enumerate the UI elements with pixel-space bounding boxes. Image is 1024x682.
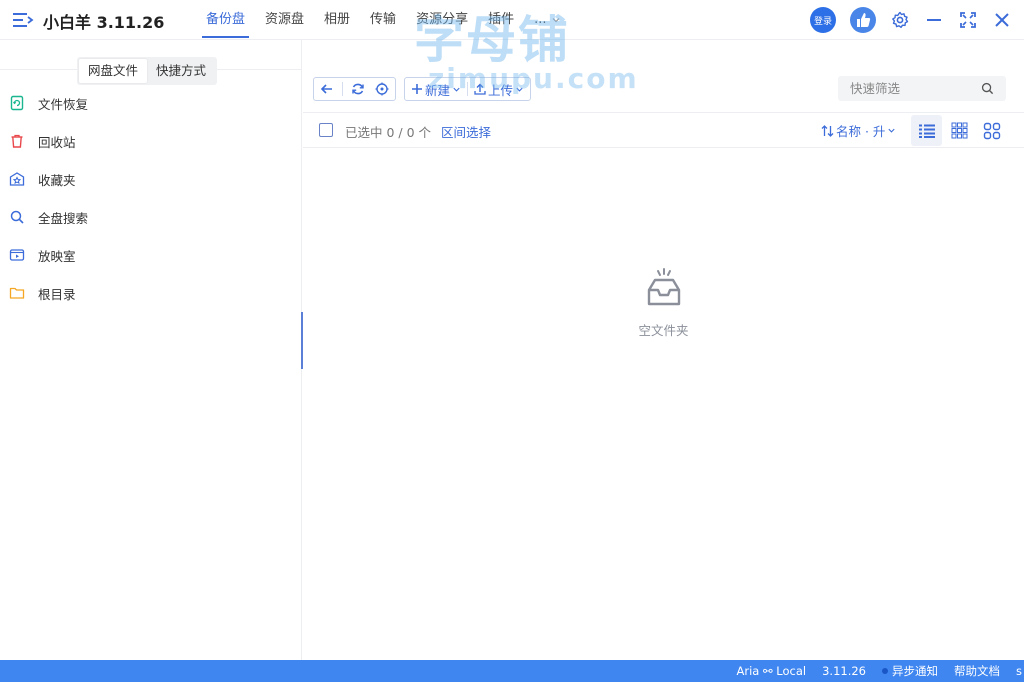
segment-shortcuts[interactable]: 快捷方式 xyxy=(147,59,215,83)
sidebar-item-recycle-bin[interactable]: 回收站 xyxy=(0,122,302,160)
tab-resource-drive[interactable]: 资源盘 xyxy=(255,0,314,40)
search-icon xyxy=(9,209,25,225)
locate-icon[interactable] xyxy=(373,80,391,98)
trash-icon xyxy=(9,133,25,149)
login-button[interactable]: 登录 xyxy=(810,7,836,33)
minimize-icon[interactable] xyxy=(924,10,944,30)
new-button[interactable]: 新建 xyxy=(405,78,467,100)
folder-icon xyxy=(9,285,25,301)
navigation-buttons xyxy=(313,77,396,101)
new-button-label: 新建 xyxy=(425,82,451,98)
plus-icon xyxy=(412,84,422,94)
sidebar-segment-switch: 网盘文件 快捷方式 xyxy=(77,57,218,85)
sidebar-item-label: 收藏夹 xyxy=(38,172,76,188)
file-restore-icon xyxy=(9,95,25,111)
sidebar-item-label: 全盘搜索 xyxy=(38,210,89,226)
chevron-down-icon xyxy=(516,87,523,92)
grid-view-icon[interactable] xyxy=(944,115,975,146)
sidebar: 网盘文件 快捷方式 文件恢复 回收站 收藏夹 全盘搜索 放映室 根目录 xyxy=(0,40,302,660)
upload-button[interactable]: 上传 xyxy=(468,78,530,100)
empty-folder-text: 空文件夹 xyxy=(638,323,689,338)
sort-dropdown[interactable]: 名称 · 升 xyxy=(821,121,896,140)
segment-drive-files[interactable]: 网盘文件 xyxy=(79,59,148,83)
tab-more-label: ... xyxy=(534,12,547,27)
selection-bar: 已选中 0 / 0 个 区间选择 名称 · 升 xyxy=(303,112,1024,148)
tab-backup-drive[interactable]: 备份盘 xyxy=(196,0,255,40)
tab-transfer[interactable]: 传输 xyxy=(360,0,406,40)
sidebar-item-label: 根目录 xyxy=(38,286,76,302)
status-more[interactable]: s xyxy=(1016,664,1022,678)
favorites-icon xyxy=(9,171,25,187)
maximize-icon[interactable] xyxy=(958,10,978,30)
sidebar-item-file-restore[interactable]: 文件恢复 xyxy=(0,84,302,122)
upload-button-label: 上传 xyxy=(488,82,514,98)
help-docs-link[interactable]: 帮助文档 xyxy=(954,663,1000,679)
tab-more[interactable]: ... xyxy=(524,0,570,40)
window-actions: 登录 xyxy=(810,6,1012,34)
main-panel: 新建 上传 快速筛选 已选中 0 / 0 个 区间选择 名称 · 升 空文件夹 xyxy=(303,40,1024,660)
create-upload-buttons: 新建 上传 xyxy=(404,77,532,101)
empty-inbox-icon xyxy=(641,266,687,312)
upload-icon xyxy=(474,83,486,95)
notice-dot-icon xyxy=(882,668,888,674)
status-items: Aria ⚯ Local 3.11.26 异步通知 帮助文档 s xyxy=(737,660,1024,682)
chevron-down-icon xyxy=(888,128,896,133)
search-icon[interactable] xyxy=(976,78,998,100)
main-nav: 备份盘 资源盘 相册 传输 资源分享 插件 ... xyxy=(196,0,571,40)
video-room-icon xyxy=(9,247,25,263)
aria-status[interactable]: Aria ⚯ Local xyxy=(737,664,807,678)
quick-filter xyxy=(838,76,1006,101)
range-select-link[interactable]: 区间选择 xyxy=(441,122,491,141)
title-bar: 小白羊 3.11.26 备份盘 资源盘 相册 传输 资源分享 插件 ... 登录 xyxy=(0,0,1024,40)
version-label: 3.11.26 xyxy=(822,664,866,678)
close-icon[interactable] xyxy=(992,10,1012,30)
sidebar-item-label: 回收站 xyxy=(38,134,76,150)
async-notice-button[interactable]: 异步通知 xyxy=(882,663,938,679)
quick-filter-input[interactable] xyxy=(838,76,976,101)
sort-label: 名称 · 升 xyxy=(836,124,886,139)
selection-count: 已选中 0 / 0 个 xyxy=(345,125,432,140)
sidebar-item-favorites[interactable]: 收藏夹 xyxy=(0,160,302,198)
app-window: 小白羊 3.11.26 备份盘 资源盘 相册 传输 资源分享 插件 ... 登录 xyxy=(0,0,1024,682)
sidebar-item-full-search[interactable]: 全盘搜索 xyxy=(0,198,302,236)
async-notice-label: 异步通知 xyxy=(892,664,938,678)
chevron-down-icon xyxy=(453,87,460,92)
sidebar-item-label: 文件恢复 xyxy=(38,96,89,112)
thumbs-up-icon[interactable] xyxy=(850,7,876,33)
empty-state: 空文件夹 xyxy=(303,266,1024,339)
sidebar-item-screening-room[interactable]: 放映室 xyxy=(0,236,302,274)
tab-album[interactable]: 相册 xyxy=(314,0,360,40)
refresh-icon[interactable] xyxy=(349,80,367,98)
menu-toggle-icon[interactable] xyxy=(12,10,34,30)
sidebar-item-root-directory[interactable]: 根目录 xyxy=(0,274,302,312)
sort-icon xyxy=(821,124,834,137)
back-arrow-icon[interactable] xyxy=(318,80,336,98)
status-bar: Aria ⚯ Local 3.11.26 异步通知 帮助文档 s xyxy=(0,660,1024,682)
app-title: 小白羊 3.11.26 xyxy=(43,13,165,32)
file-toolbar: 新建 上传 xyxy=(303,76,1024,104)
tab-plugins[interactable]: 插件 xyxy=(478,0,524,40)
large-icon-view-icon[interactable] xyxy=(976,115,1007,146)
toolbar-separator xyxy=(342,82,343,96)
sidebar-item-label: 放映室 xyxy=(38,248,76,264)
sidebar-list: 文件恢复 回收站 收藏夹 全盘搜索 放映室 根目录 xyxy=(0,84,302,312)
tab-resource-share[interactable]: 资源分享 xyxy=(406,0,478,40)
gear-icon[interactable] xyxy=(890,10,910,30)
list-view-icon[interactable] xyxy=(911,115,942,146)
chevron-down-icon xyxy=(552,18,559,23)
select-all-checkbox[interactable] xyxy=(319,123,333,137)
